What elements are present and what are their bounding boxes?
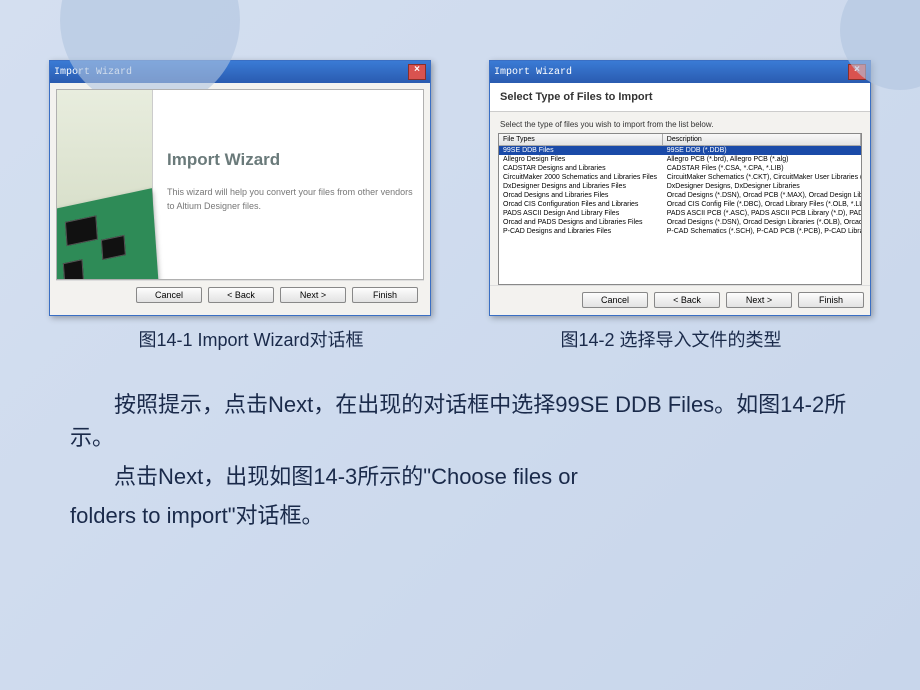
cell-file-type: CircuitMaker 2000 Schematics and Librari… bbox=[499, 173, 663, 182]
finish-button[interactable]: Finish bbox=[352, 287, 418, 303]
titlebar: Import Wizard × bbox=[490, 61, 870, 83]
finish-button[interactable]: Finish bbox=[798, 292, 864, 308]
caption-14-2: 图14-2 选择导入文件的类型 bbox=[560, 326, 781, 352]
import-wizard-dialog-2: Import Wizard × Select Type of Files to … bbox=[489, 60, 871, 316]
file-types-table: File Types Description 99SE DDB Files99S… bbox=[498, 133, 862, 285]
col-description[interactable]: Description bbox=[663, 134, 861, 145]
cell-file-type: Orcad and PADS Designs and Libraries Fil… bbox=[499, 218, 663, 227]
cell-description: CircuitMaker Schematics (*.CKT), Circuit… bbox=[663, 173, 861, 182]
select-type-header: Select Type of Files to Import bbox=[490, 83, 870, 112]
paragraph-1: 按照提示，点击Next，在出现的对话框中选择99SE DDB Files。如图1… bbox=[70, 388, 850, 454]
body-text: 按照提示，点击Next，在出现的对话框中选择99SE DDB Files。如图1… bbox=[0, 352, 920, 532]
wizard-heading: Import Wizard bbox=[167, 150, 413, 170]
cell-description: Allegro PCB (*.brd), Allegro PCB (*.alg) bbox=[663, 155, 861, 164]
cell-description: Orcad Designs (*.DSN), Orcad Design Libr… bbox=[663, 218, 861, 227]
cell-file-type: Orcad CIS Configuration Files and Librar… bbox=[499, 200, 663, 209]
table-row[interactable]: Orcad CIS Configuration Files and Librar… bbox=[499, 200, 861, 209]
cell-description: PADS ASCII PCB (*.ASC), PADS ASCII PCB L… bbox=[663, 209, 861, 218]
wizard-description: This wizard will help you convert your f… bbox=[167, 186, 413, 213]
cell-file-type: 99SE DDB Files bbox=[499, 146, 663, 155]
close-icon[interactable]: × bbox=[408, 64, 426, 80]
table-row[interactable]: Orcad and PADS Designs and Libraries Fil… bbox=[499, 218, 861, 227]
table-row[interactable]: PADS ASCII Design And Library FilesPADS … bbox=[499, 209, 861, 218]
wizard-page: Import Wizard This wizard will help you … bbox=[56, 89, 424, 280]
caption-14-1: 图14-1 Import Wizard对话框 bbox=[138, 326, 363, 352]
button-row: Cancel < Back Next > Finish bbox=[490, 285, 870, 314]
table-row[interactable]: CADSTAR Designs and LibrariesCADSTAR Fil… bbox=[499, 164, 861, 173]
cell-file-type: CADSTAR Designs and Libraries bbox=[499, 164, 663, 173]
table-row[interactable]: 99SE DDB Files99SE DDB (*.DDB) bbox=[499, 146, 861, 155]
table-row[interactable]: Allegro Design FilesAllegro PCB (*.brd),… bbox=[499, 155, 861, 164]
table-row[interactable]: P-CAD Designs and Libraries FilesP-CAD S… bbox=[499, 227, 861, 236]
paragraph-2a: 点击Next，出现如图14-3所示的"Choose files or bbox=[70, 460, 850, 493]
next-button[interactable]: Next > bbox=[280, 287, 346, 303]
cell-description: 99SE DDB (*.DDB) bbox=[663, 146, 861, 155]
cell-description: P-CAD Schematics (*.SCH), P-CAD PCB (*.P… bbox=[663, 227, 861, 236]
back-button[interactable]: < Back bbox=[654, 292, 720, 308]
table-header: File Types Description bbox=[499, 134, 861, 146]
chip-art bbox=[63, 259, 85, 280]
cell-file-type: DxDesigner Designs and Libraries Files bbox=[499, 182, 663, 191]
window-title: Import Wizard bbox=[494, 67, 572, 78]
cell-description: Orcad CIS Config File (*.DBC), Orcad Lib… bbox=[663, 200, 861, 209]
table-row[interactable]: Orcad Designs and Libraries FilesOrcad D… bbox=[499, 191, 861, 200]
wizard-sidebar-art bbox=[57, 90, 153, 279]
import-wizard-dialog-1: Import Wizard × Import Wizard This wizar… bbox=[49, 60, 431, 316]
col-file-types[interactable]: File Types bbox=[499, 134, 663, 145]
wizard-content: Import Wizard This wizard will help you … bbox=[167, 150, 413, 213]
cell-description: Orcad Designs (*.DSN), Orcad PCB (*.MAX)… bbox=[663, 191, 861, 200]
table-body: 99SE DDB Files99SE DDB (*.DDB)Allegro De… bbox=[499, 146, 861, 236]
back-button[interactable]: < Back bbox=[208, 287, 274, 303]
pcb-art bbox=[56, 188, 160, 280]
cancel-button[interactable]: Cancel bbox=[582, 292, 648, 308]
chip-art bbox=[101, 235, 126, 260]
paragraph-2b: folders to import"对话框。 bbox=[70, 499, 850, 532]
dialog-body: Select Type of Files to Import Select th… bbox=[490, 83, 870, 314]
button-row: Cancel < Back Next > Finish bbox=[56, 280, 424, 309]
table-row[interactable]: CircuitMaker 2000 Schematics and Librari… bbox=[499, 173, 861, 182]
cell-file-type: Allegro Design Files bbox=[499, 155, 663, 164]
cancel-button[interactable]: Cancel bbox=[136, 287, 202, 303]
cell-description: DxDesigner Designs, DxDesigner Libraries bbox=[663, 182, 861, 191]
chip-art bbox=[65, 215, 98, 246]
cell-description: CADSTAR Files (*.CSA, *.CPA, *.LIB) bbox=[663, 164, 861, 173]
caption-row: 图14-1 Import Wizard对话框 图14-2 选择导入文件的类型 bbox=[0, 326, 920, 352]
next-button[interactable]: Next > bbox=[726, 292, 792, 308]
cell-file-type: P-CAD Designs and Libraries Files bbox=[499, 227, 663, 236]
dialog-body: Import Wizard This wizard will help you … bbox=[50, 83, 430, 315]
cell-file-type: PADS ASCII Design And Library Files bbox=[499, 209, 663, 218]
select-type-prompt: Select the type of files you wish to imp… bbox=[490, 112, 870, 133]
cell-file-type: Orcad Designs and Libraries Files bbox=[499, 191, 663, 200]
table-row[interactable]: DxDesigner Designs and Libraries FilesDx… bbox=[499, 182, 861, 191]
